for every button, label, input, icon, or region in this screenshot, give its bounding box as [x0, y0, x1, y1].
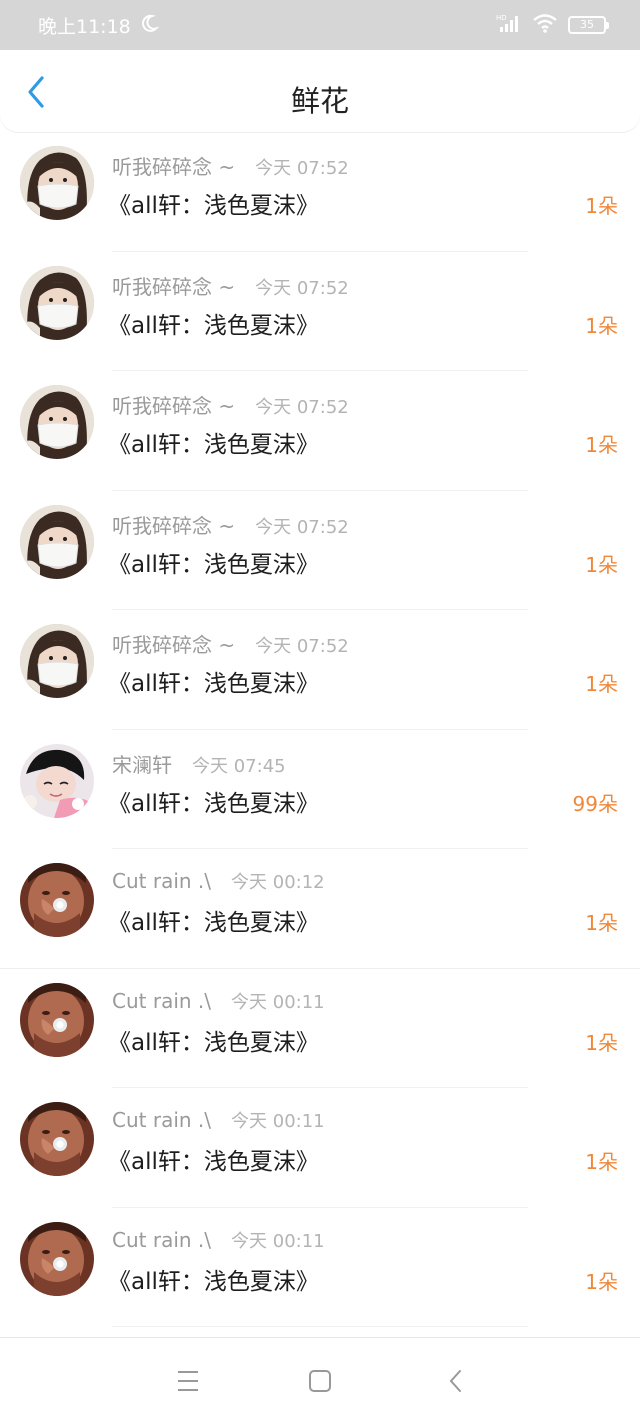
list-item[interactable]: 宋澜轩 今天 07:45 《all轩：浅色夏沫》 99朵 [0, 730, 640, 849]
flower-count: 1朵 [585, 672, 618, 696]
work-title[interactable]: 《all轩：浅色夏沫》 [108, 903, 319, 937]
avatar[interactable] [20, 146, 94, 220]
status-time: 晚上11:18 [38, 15, 131, 38]
sender-name[interactable]: Cut rain .\ [112, 989, 211, 1013]
item-meta: Cut rain .\ 今天 00:11 [112, 1107, 325, 1133]
item-meta: 听我碎碎念 ~ 今天 07:52 [112, 151, 349, 180]
list-item[interactable]: 听我碎碎念 ~ 今天 07:52 《all轩：浅色夏沫》 1朵 [0, 610, 640, 730]
avatar[interactable] [20, 1102, 94, 1176]
item-meta: Cut rain .\ 今天 00:11 [112, 1227, 325, 1253]
sender-name[interactable]: 听我碎碎念 ~ [112, 271, 235, 300]
item-meta: 听我碎碎念 ~ 今天 07:52 [112, 510, 349, 539]
send-time: 今天 07:52 [255, 397, 349, 418]
avatar[interactable] [20, 624, 94, 698]
work-title[interactable]: 《all轩：浅色夏沫》 [108, 545, 319, 579]
avatar[interactable] [20, 265, 94, 340]
send-time: 今天 07:52 [255, 158, 349, 179]
list-item[interactable]: 听我碎碎念 ~ 今天 07:52 《all轩：浅色夏沫》 1朵 [0, 252, 640, 371]
send-time: 今天 00:11 [231, 1111, 325, 1132]
send-time: 今天 00:12 [231, 872, 325, 893]
avatar[interactable] [20, 743, 94, 818]
divider [112, 1326, 528, 1327]
flower-count: 99朵 [572, 791, 618, 816]
send-time: 今天 07:52 [255, 636, 349, 657]
work-title[interactable]: 《all轩：浅色夏沫》 [108, 664, 319, 698]
item-meta: 听我碎碎念 ~ 今天 07:52 [112, 390, 349, 419]
flower-count: 1朵 [585, 313, 618, 338]
avatar[interactable] [20, 863, 94, 937]
work-title[interactable]: 《all轩：浅色夏沫》 [108, 1023, 319, 1057]
list-item[interactable]: Cut rain .\ 今天 00:11 《all轩：浅色夏沫》 1朵 [0, 1208, 640, 1327]
work-title[interactable]: 《all轩：浅色夏沫》 [108, 425, 319, 459]
sender-name[interactable]: Cut rain .\ [112, 1108, 211, 1132]
item-meta: 宋澜轩 今天 07:45 [112, 749, 286, 778]
work-title[interactable]: 《all轩：浅色夏沫》 [108, 1262, 319, 1296]
avatar[interactable] [20, 504, 94, 579]
system-nav-bar [0, 1337, 640, 1422]
send-time: 今天 07:52 [255, 516, 349, 538]
back-triangle-icon[interactable] [444, 1368, 474, 1394]
flower-count: 1朵 [585, 911, 618, 935]
sender-name[interactable]: 听我碎碎念 ~ [112, 151, 235, 180]
status-right: HD 35 [496, 13, 609, 38]
moon-icon [139, 13, 159, 38]
flower-record-list: 听我碎碎念 ~ 今天 07:52 《all轩：浅色夏沫》 1朵 听我碎碎念 ~ 今天 07… [0, 132, 640, 1327]
flower-count: 1朵 [585, 552, 618, 577]
item-meta: Cut rain .\ 今天 00:12 [112, 868, 325, 894]
item-meta: 听我碎碎念 ~ 今天 07:52 [112, 271, 349, 300]
nav-bar: 鲜花 [0, 50, 640, 132]
list-item[interactable]: 听我碎碎念 ~ 今天 07:52 《all轩：浅色夏沫》 1朵 [0, 371, 640, 491]
battery-level: 35 [580, 18, 594, 31]
sender-name[interactable]: Cut rain .\ [112, 1228, 211, 1252]
svg-text:HD: HD [496, 14, 507, 22]
list-item[interactable]: 听我碎碎念 ~ 今天 07:52 《all轩：浅色夏沫》 1朵 [0, 132, 640, 252]
flower-count: 1朵 [585, 194, 618, 218]
list-item[interactable]: Cut rain .\ 今天 00:11 《all轩：浅色夏沫》 1朵 [0, 969, 640, 1088]
send-time: 今天 00:11 [231, 1230, 325, 1252]
list-item[interactable]: Cut rain .\ 今天 00:12 《all轩：浅色夏沫》 1朵 [0, 849, 640, 969]
sender-name[interactable]: Cut rain .\ [112, 869, 211, 893]
avatar[interactable] [20, 385, 94, 459]
item-meta: Cut rain .\ 今天 00:11 [112, 988, 325, 1014]
send-time: 今天 00:11 [231, 991, 325, 1013]
work-title[interactable]: 《all轩：浅色夏沫》 [108, 306, 319, 340]
avatar[interactable] [20, 982, 94, 1057]
work-title[interactable]: 《all轩：浅色夏沫》 [108, 1142, 319, 1176]
menu-icon[interactable] [174, 1368, 204, 1394]
wifi-icon [532, 13, 558, 38]
flower-count: 1朵 [585, 1150, 618, 1174]
flower-count: 1朵 [585, 433, 618, 457]
sender-name[interactable]: 宋澜轩 [112, 749, 172, 778]
send-time: 今天 07:45 [192, 755, 286, 777]
list-item[interactable]: Cut rain .\ 今天 00:11 《all轩：浅色夏沫》 1朵 [0, 1088, 640, 1208]
page-title: 鲜花 [290, 84, 349, 118]
flower-count: 1朵 [585, 1269, 618, 1294]
sender-name[interactable]: 听我碎碎念 ~ [112, 510, 235, 539]
sender-name[interactable]: 听我碎碎念 ~ [112, 629, 235, 658]
sender-name[interactable]: 听我碎碎念 ~ [112, 390, 235, 419]
item-meta: 听我碎碎念 ~ 今天 07:52 [112, 629, 349, 658]
battery-icon: 35 [568, 16, 609, 34]
avatar[interactable] [20, 1221, 94, 1296]
list-item[interactable]: 听我碎碎念 ~ 今天 07:52 《all轩：浅色夏沫》 1朵 [0, 491, 640, 610]
send-time: 今天 07:52 [255, 277, 349, 299]
work-title[interactable]: 《all轩：浅色夏沫》 [108, 186, 319, 220]
signal-icon: HD [496, 13, 522, 38]
flower-count: 1朵 [585, 1030, 618, 1055]
status-left: 晚上11:18 [38, 12, 159, 39]
home-square-icon[interactable] [307, 1368, 337, 1394]
work-title[interactable]: 《all轩：浅色夏沫》 [108, 784, 319, 818]
status-bar: 晚上11:18 HD 35 [0, 0, 640, 50]
